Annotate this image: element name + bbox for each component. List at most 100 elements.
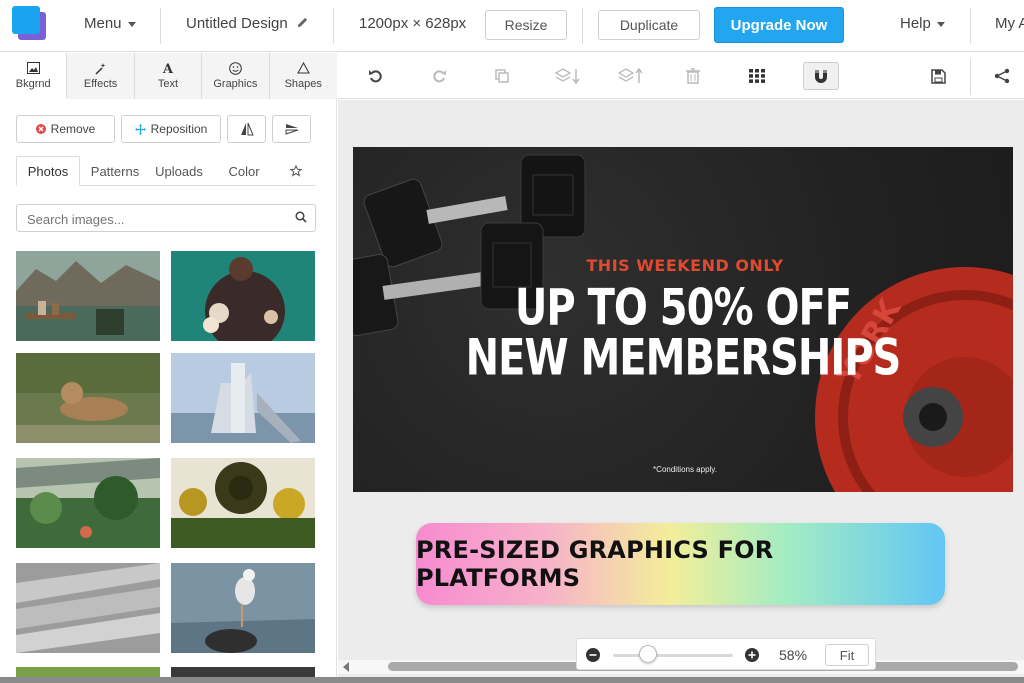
bring-forward-button[interactable] (615, 64, 647, 88)
redo-icon (433, 70, 446, 83)
delete-button[interactable] (680, 64, 706, 88)
account-menu[interactable]: My A (995, 15, 1024, 32)
ad-headline-2: NEW MEMBERSHIPS (465, 329, 902, 387)
magic-wand-icon (94, 62, 107, 78)
grid-icon (749, 69, 765, 83)
remove-button[interactable]: Remove (16, 115, 115, 143)
scroll-left-icon[interactable] (342, 662, 350, 672)
tab-label: Graphics (213, 78, 258, 90)
divider (160, 8, 161, 44)
flip-horizontal-icon (240, 122, 254, 136)
divider (970, 59, 971, 95)
zoom-out-icon[interactable] (586, 648, 600, 662)
save-button[interactable] (925, 64, 951, 88)
flip-vertical-icon (285, 124, 298, 135)
design-canvas[interactable]: YORK THIS WEEKEND ONLY UP TO 50% OFF NEW… (353, 147, 1013, 492)
chevron-down-icon (127, 21, 136, 27)
reposition-button[interactable]: Reposition (121, 115, 221, 143)
app-logo[interactable] (12, 6, 46, 40)
send-backward-button[interactable] (552, 64, 584, 88)
search-icon[interactable] (295, 211, 307, 223)
tab-effects[interactable]: Effects (67, 53, 135, 99)
zoom-control: 58% Fit (576, 638, 876, 670)
top-bar: Menu Untitled Design 1200px × 628px Resi… (0, 0, 1024, 52)
photo-thumbnail-sunflowers[interactable] (171, 458, 315, 548)
pencil-icon (297, 17, 308, 28)
undo-icon (369, 70, 382, 83)
triangle-icon (296, 61, 310, 78)
redo-button[interactable] (426, 64, 452, 88)
editor-toolbar (338, 53, 1024, 99)
zoom-value: 58% (779, 647, 808, 663)
tab-patterns[interactable]: Patterns (84, 156, 146, 186)
tab-label: Shapes (284, 78, 322, 90)
photo-thumbnail-paper-folds[interactable] (16, 563, 160, 653)
photo-thumbnail-lion-cub[interactable] (16, 353, 160, 443)
copy-button[interactable] (489, 64, 515, 88)
tab-label: Text (157, 78, 179, 90)
duplicate-button[interactable]: Duplicate (598, 10, 700, 40)
copy-icon (495, 69, 509, 83)
help-label: Help (900, 15, 931, 32)
ad-headline-1: UP TO 50% OFF (514, 279, 852, 337)
canvas-dimensions: 1200px × 628px (359, 15, 467, 32)
tab-label: Bkgrnd (15, 77, 51, 90)
text-icon: A (162, 62, 174, 77)
image-source-tabs: Photos Patterns Uploads Color (16, 156, 316, 186)
tab-photos[interactable]: Photos (16, 156, 80, 186)
photo-thumbnail-lighthouse[interactable] (171, 353, 315, 443)
divider (582, 8, 583, 44)
zoom-slider[interactable] (613, 654, 733, 657)
undo-button[interactable] (363, 64, 389, 88)
photo-thumbnail-mountain-lake[interactable] (16, 251, 160, 341)
resize-button[interactable]: Resize (485, 10, 567, 40)
tab-label: Effects (83, 78, 118, 90)
move-icon (134, 123, 146, 135)
smiley-icon (229, 62, 242, 78)
help-menu[interactable]: Help (900, 15, 945, 32)
chevron-down-icon (936, 21, 945, 27)
flip-vertical-button[interactable] (272, 115, 311, 143)
tab-background[interactable]: Bkgrnd (0, 53, 68, 99)
menu-button[interactable]: Menu (84, 15, 136, 32)
photo-thumbnail-woman-flowers[interactable] (171, 251, 315, 341)
zoom-fit-button[interactable]: Fit (825, 644, 869, 666)
layer-up-icon (617, 67, 643, 83)
menu-label: Menu (84, 15, 122, 32)
save-icon (930, 68, 946, 84)
trash-icon (686, 68, 700, 84)
share-button[interactable] (989, 64, 1015, 88)
tab-graphics[interactable]: Graphics (202, 53, 270, 99)
ad-kicker-text: THIS WEEKEND ONLY (586, 256, 784, 275)
reposition-label: Reposition (150, 122, 208, 136)
star-icon (290, 165, 302, 177)
feature-banner: PRE-SIZED GRAPHICS FOR PLATFORMS (416, 523, 945, 605)
flip-horizontal-button[interactable] (227, 115, 266, 143)
divider (970, 8, 971, 44)
design-title-label: Untitled Design (186, 15, 288, 32)
snap-toggle-button[interactable] (803, 62, 839, 90)
photo-thumbnail-greenhouse[interactable] (16, 458, 160, 548)
search-input[interactable] (27, 209, 287, 229)
tab-uploads[interactable]: Uploads (150, 156, 208, 186)
magnet-icon (815, 70, 827, 83)
left-panel: Bkgrnd Effects A Text Graphics Shapes Re… (0, 53, 337, 683)
remove-icon (35, 124, 46, 134)
photo-thumbnail-seagull[interactable] (171, 563, 315, 653)
remove-label: Remove (50, 122, 96, 136)
image-search (16, 204, 316, 232)
design-title[interactable]: Untitled Design (186, 15, 309, 32)
upgrade-now-button[interactable]: Upgrade Now (714, 7, 844, 43)
tab-color[interactable]: Color (220, 156, 268, 186)
image-icon (26, 61, 40, 78)
zoom-slider-handle[interactable] (639, 645, 657, 663)
layer-down-icon (554, 68, 580, 85)
divider (333, 8, 334, 44)
tab-shapes[interactable]: Shapes (269, 53, 337, 99)
window-bottom-scrollbar (0, 677, 1024, 683)
tab-favorites[interactable] (282, 156, 310, 186)
panel-tabs: Bkgrnd Effects A Text Graphics Shapes (0, 53, 337, 99)
tab-text[interactable]: A Text (134, 53, 203, 99)
zoom-in-icon[interactable] (745, 648, 759, 662)
grid-button[interactable] (744, 64, 770, 88)
